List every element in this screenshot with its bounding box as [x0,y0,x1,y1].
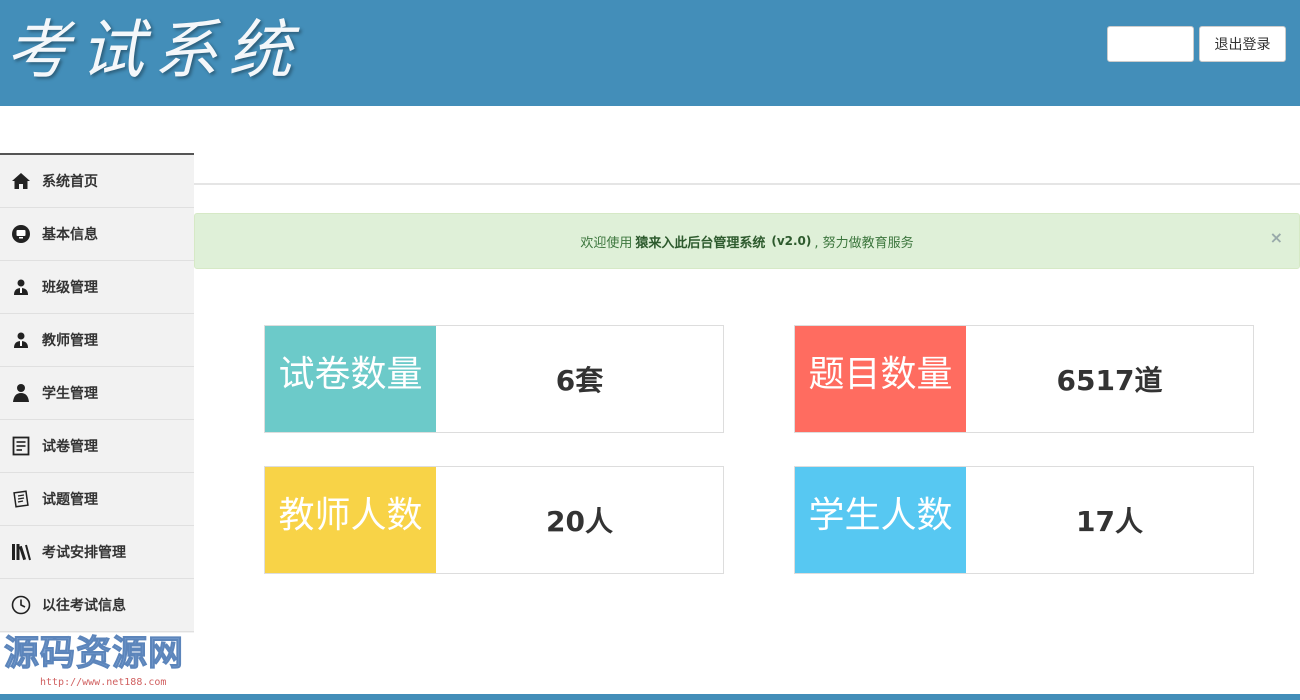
alert-system-name: 猿来入此后台管理系统 [635,235,766,251]
stat-card-teachers: 教师人数 20人 [264,466,724,574]
header-bar: 考试系统 退出登录 [0,0,1300,106]
paper-icon [10,435,32,457]
sidebar-item-label: 教师管理 [42,333,98,349]
stat-label: 教师人数 [265,467,436,573]
sidebar-item-home[interactable]: 系统首页 [0,155,194,208]
footer-bar [0,694,1300,700]
sidebar-item-label: 以往考试信息 [42,598,126,614]
alert-suffix: , 努力做教育服务 [814,235,914,251]
stat-card-questions: 题目数量 6517道 [794,325,1254,433]
sidebar-item-label: 试卷管理 [42,439,98,455]
sidebar-item-info[interactable]: 基本信息 [0,208,194,261]
watermark: 源码资源网 http://www.net188.com [4,632,208,690]
sidebar-item-label: 试题管理 [42,492,98,508]
stat-value: 17人 [1076,505,1143,538]
welcome-alert: 欢迎使用 猿来入此后台管理系统 (v2.0) , 努力做教育服务 × [194,213,1300,269]
sidebar-item-label: 考试安排管理 [42,545,126,561]
sidebar-item-label: 学生管理 [42,386,98,402]
content-divider [194,183,1300,185]
sidebar-item-label: 系统首页 [42,174,98,190]
group-icon [10,276,32,298]
info-icon [10,223,32,245]
sidebar: 系统首页 基本信息 班级管理 教师管理 学生管理 试卷管理 试题管理 考试安排管… [0,153,194,633]
stat-value: 6517道 [1056,364,1163,397]
sidebar-item-question[interactable]: 试题管理 [0,473,194,526]
books-icon [10,541,32,563]
alert-version: (v2.0) [771,234,812,248]
watermark-title: 源码资源网 [4,634,185,675]
alert-prefix: 欢迎使用 [580,235,633,251]
app-logo: 考试系统 [6,14,302,88]
close-icon[interactable]: × [1270,228,1283,247]
watermark-url: http://www.net188.com [40,677,167,688]
stat-label: 试卷数量 [265,326,436,432]
sidebar-item-exam-schedule[interactable]: 考试安排管理 [0,526,194,579]
sidebar-item-class[interactable]: 班级管理 [0,261,194,314]
sidebar-item-teacher[interactable]: 教师管理 [0,314,194,367]
home-icon [10,170,32,192]
logout-button[interactable]: 退出登录 [1199,26,1286,62]
stat-card-papers: 试卷数量 6套 [264,325,724,433]
stat-value: 6套 [555,364,604,397]
stat-value: 20人 [546,505,613,538]
stat-label: 学生人数 [795,467,966,573]
sidebar-item-student[interactable]: 学生管理 [0,367,194,420]
sidebar-item-paper[interactable]: 试卷管理 [0,420,194,473]
sidebar-item-label: 基本信息 [42,227,98,243]
sidebar-item-history[interactable]: 以往考试信息 [0,579,194,632]
teacher-icon [10,329,32,351]
stat-card-students: 学生人数 17人 [794,466,1254,574]
question-icon [10,488,32,510]
clock-icon [10,594,32,616]
stat-label: 题目数量 [795,326,966,432]
user-name-box[interactable] [1107,26,1194,62]
student-icon [10,382,32,404]
sidebar-item-label: 班级管理 [42,280,98,296]
